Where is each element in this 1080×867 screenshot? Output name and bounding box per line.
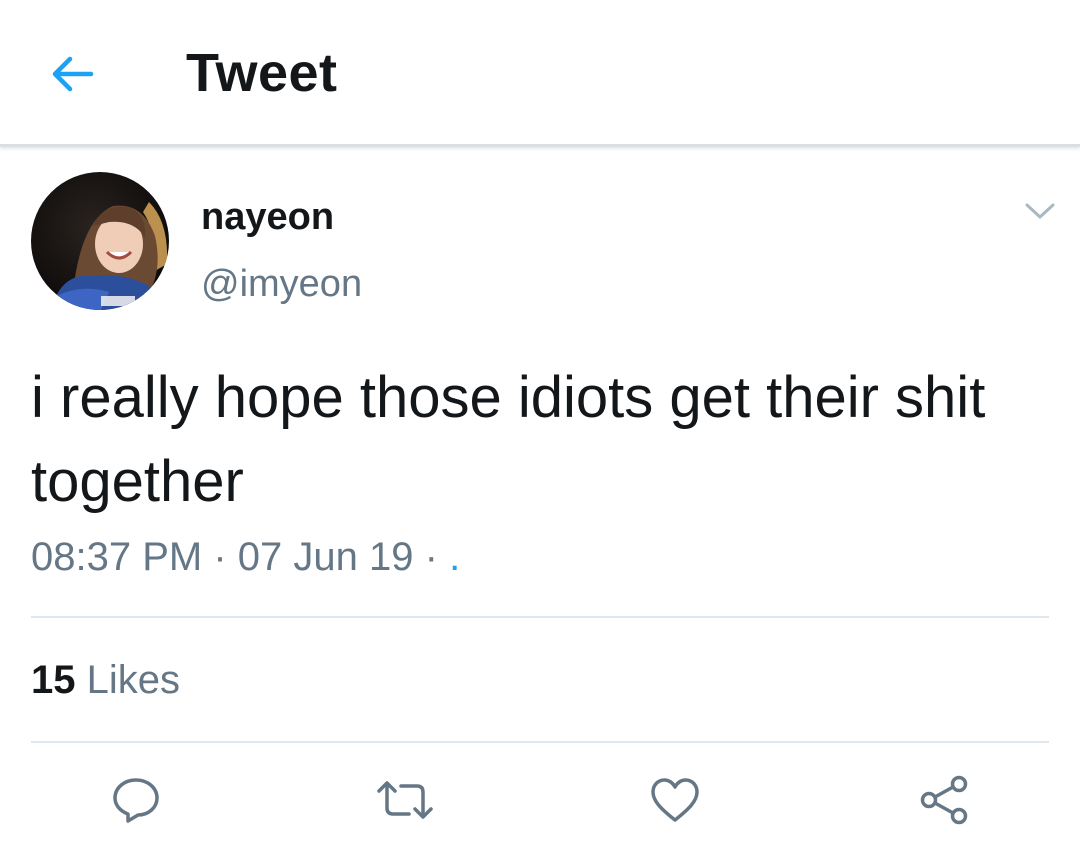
- avatar-photo: [31, 172, 169, 310]
- retweet-icon: [377, 781, 433, 819]
- likes-number: 15: [31, 658, 76, 702]
- divider: [31, 616, 1049, 618]
- page-title: Tweet: [186, 43, 338, 103]
- meta-separator: ·: [213, 535, 227, 579]
- reply-icon: [113, 778, 159, 823]
- tweet-text: i really hope those idiots get their shi…: [31, 365, 986, 514]
- back-button[interactable]: [44, 46, 100, 102]
- tweet-meta: 08:37 PM · 07 Jun 19 · .: [31, 535, 460, 580]
- share-button[interactable]: [914, 770, 974, 830]
- retweet-button[interactable]: [375, 770, 435, 830]
- chevron-down-icon: [1025, 203, 1055, 219]
- meta-separator: ·: [424, 535, 438, 579]
- like-button[interactable]: [645, 770, 705, 830]
- divider: [31, 741, 1049, 743]
- tweet-source[interactable]: .: [449, 535, 460, 579]
- reply-button[interactable]: [106, 770, 166, 830]
- tweet-date: 07 Jun 19: [237, 535, 414, 579]
- share-icon: [920, 775, 968, 825]
- avatar[interactable]: [31, 172, 169, 310]
- tweet-time: 08:37 PM: [31, 535, 203, 579]
- top-app-bar: Tweet: [0, 0, 1080, 147]
- author-display-name[interactable]: nayeon: [201, 196, 334, 239]
- likes-label: Likes: [86, 658, 181, 702]
- tweet-options-button[interactable]: [1018, 194, 1062, 228]
- likes-count[interactable]: 15 Likes: [31, 658, 180, 703]
- heart-icon: [651, 778, 699, 822]
- arrow-left-icon: [52, 56, 94, 92]
- author-handle[interactable]: @imyeon: [201, 263, 362, 306]
